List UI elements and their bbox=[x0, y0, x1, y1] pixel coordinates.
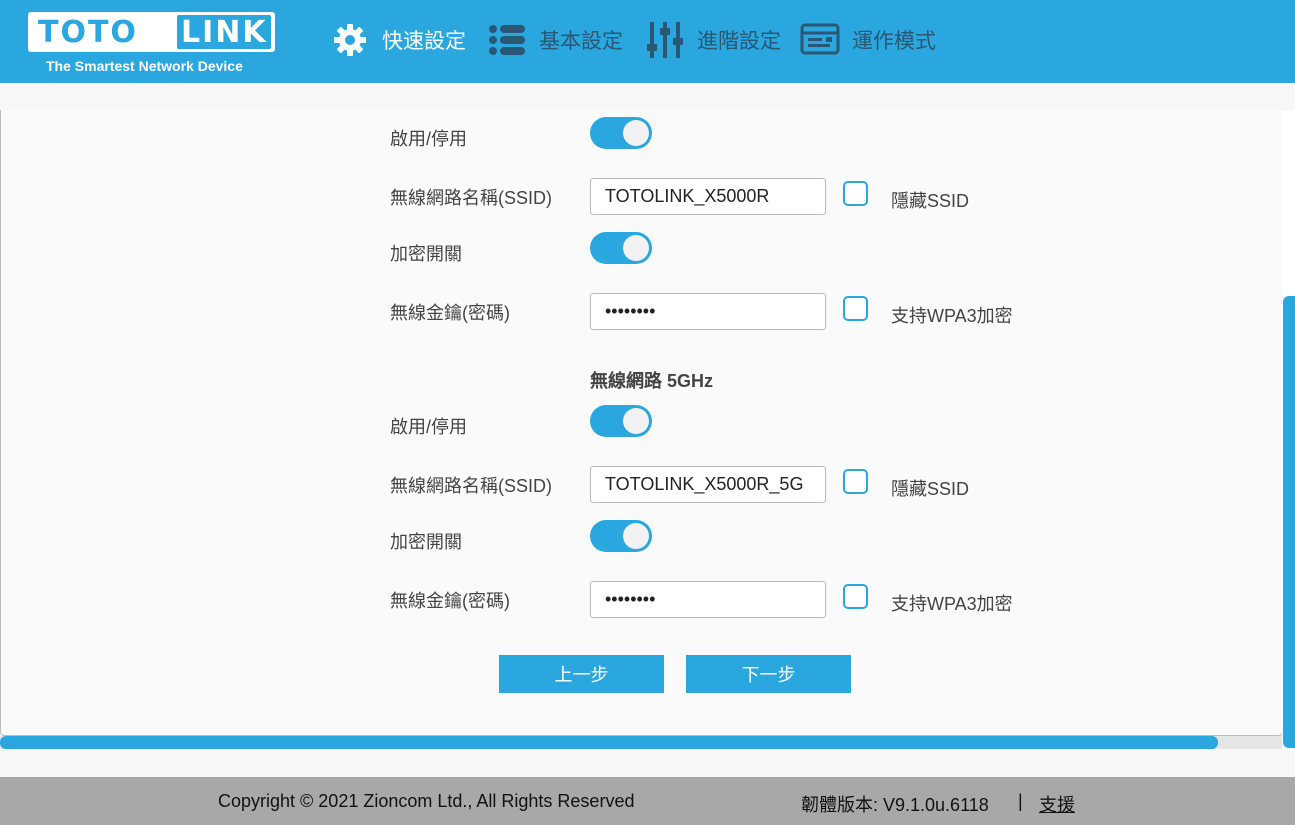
encryption-label-5g: 加密開關 bbox=[390, 532, 462, 552]
toggle-knob bbox=[623, 408, 649, 434]
hide-ssid-checkbox-24g[interactable] bbox=[843, 181, 868, 206]
wpa3-label-5g: 支持WPA3加密 bbox=[891, 594, 1013, 614]
hide-ssid-checkbox-5g[interactable] bbox=[843, 469, 868, 494]
key-label-5g: 無線金鑰(密碼) bbox=[390, 591, 510, 611]
encryption-toggle-5g[interactable] bbox=[590, 520, 652, 552]
list-icon bbox=[487, 20, 527, 60]
toggle-knob bbox=[623, 235, 649, 261]
enable-label-5g: 啟用/停用 bbox=[390, 417, 468, 437]
wpa3-checkbox-24g[interactable] bbox=[843, 296, 868, 321]
sliders-icon bbox=[645, 20, 685, 60]
hide-ssid-label-24g: 隱藏SSID bbox=[891, 191, 970, 211]
ssid-label-5g: 無線網路名稱(SSID) bbox=[390, 476, 552, 496]
nav-basic-settings[interactable]: 基本設定 bbox=[487, 18, 623, 62]
toggle-knob bbox=[623, 523, 649, 549]
gear-icon bbox=[330, 20, 370, 60]
key-label-24g: 無線金鑰(密碼) bbox=[390, 303, 510, 323]
logo-text-toto: TOTO bbox=[38, 15, 138, 50]
nav-label: 基本設定 bbox=[539, 30, 623, 53]
wpa3-label-24g: 支持WPA3加密 bbox=[891, 306, 1013, 326]
support-link[interactable]: 支援 bbox=[1039, 791, 1075, 817]
toggle-knob bbox=[623, 120, 649, 146]
enable-toggle-5g[interactable] bbox=[590, 405, 652, 437]
nav-quick-setup[interactable]: 快速設定 bbox=[330, 18, 466, 62]
section-title-5g: 無線網路 5GHz bbox=[590, 371, 714, 391]
encryption-toggle-24g[interactable] bbox=[590, 232, 652, 264]
nav-label: 快速設定 bbox=[382, 30, 466, 53]
key-input-5g[interactable] bbox=[590, 581, 826, 618]
encryption-label-24g: 加密開關 bbox=[390, 244, 462, 264]
key-input-24g[interactable] bbox=[590, 293, 826, 330]
nav-label: 運作模式 bbox=[852, 30, 936, 53]
logo-tagline: The Smartest Network Device bbox=[46, 58, 243, 74]
wpa3-checkbox-5g[interactable] bbox=[843, 584, 868, 609]
footer: Copyright © 2021 Zioncom Ltd., All Right… bbox=[0, 777, 1295, 825]
horizontal-scrollbar-thumb[interactable] bbox=[0, 736, 1218, 749]
nav-operation-mode[interactable]: 運作模式 bbox=[800, 18, 936, 62]
ssid-label-24g: 無線網路名稱(SSID) bbox=[390, 188, 552, 208]
nav-label: 進階設定 bbox=[697, 30, 781, 53]
copyright-text: Copyright © 2021 Zioncom Ltd., All Right… bbox=[218, 791, 635, 811]
totolink-logo[interactable]: TOTO LINK The Smartest Network Device bbox=[28, 12, 275, 78]
ssid-input-5g[interactable] bbox=[590, 466, 826, 503]
nav-advanced-settings[interactable]: 進階設定 bbox=[645, 18, 781, 62]
prev-button[interactable]: 上一步 bbox=[499, 655, 664, 693]
enable-label-24g: 啟用/停用 bbox=[390, 129, 468, 149]
firmware-version: 韌體版本: V9.1.0u.6118 bbox=[801, 795, 989, 815]
footer-separator: | bbox=[1018, 791, 1023, 811]
ssid-input-24g[interactable] bbox=[590, 178, 826, 215]
top-header: TOTO LINK The Smartest Network Device 快速… bbox=[0, 0, 1295, 83]
vertical-scrollbar-thumb[interactable] bbox=[1283, 296, 1295, 748]
hide-ssid-label-5g: 隱藏SSID bbox=[891, 479, 970, 499]
mode-icon bbox=[800, 20, 840, 60]
next-button[interactable]: 下一步 bbox=[686, 655, 851, 693]
logo-text-link: LINK bbox=[181, 15, 268, 50]
enable-toggle-24g[interactable] bbox=[590, 117, 652, 149]
